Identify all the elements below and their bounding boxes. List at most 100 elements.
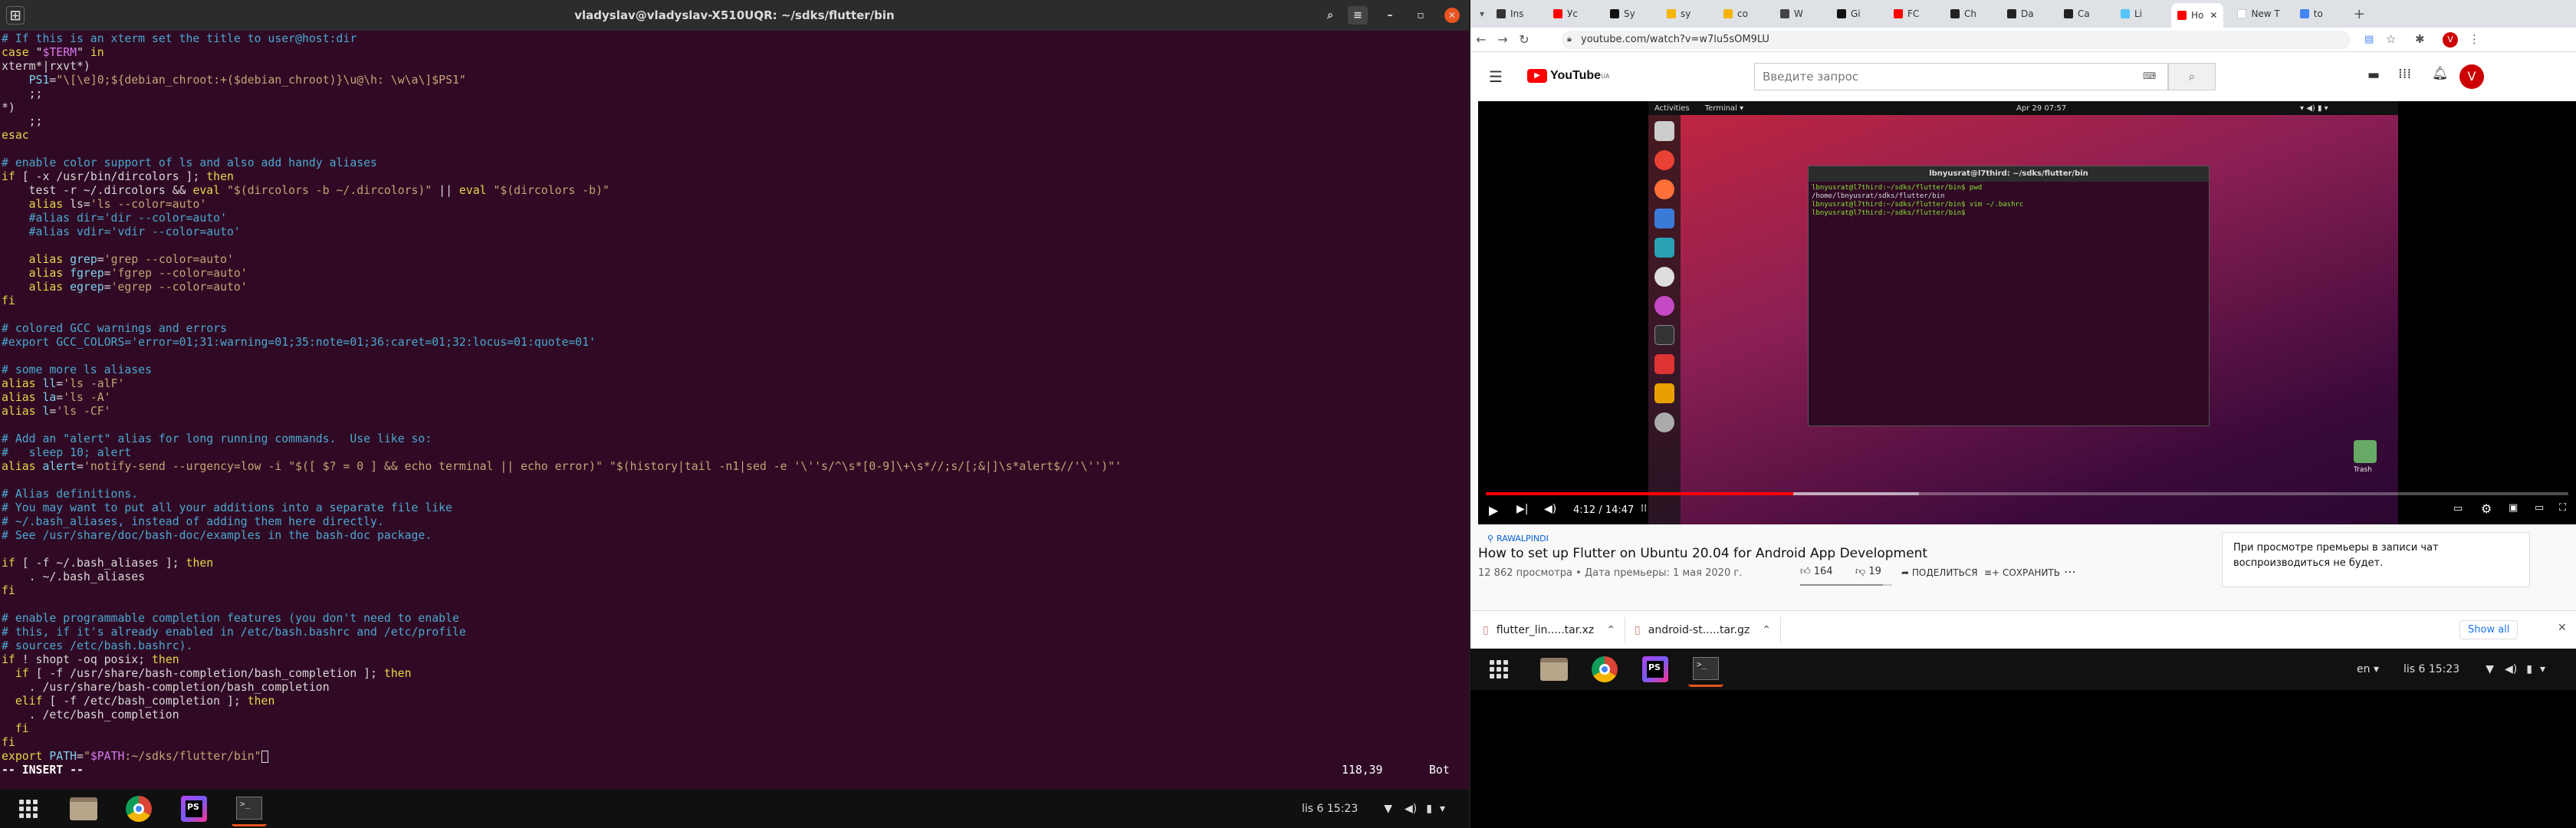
maximize-icon[interactable]: ▫ [1411,6,1431,25]
volume-icon[interactable]: ◀) [1405,803,1417,815]
volume-icon[interactable]: ◀) [2505,663,2517,675]
code-token: case [2,46,29,59]
chrome-app[interactable] [121,791,156,826]
browser-tab[interactable]: Ус [1547,3,1596,25]
translate-icon[interactable]: ▤ [2364,34,2374,45]
chrome-app[interactable] [1587,652,1622,687]
browser-tab[interactable]: Da [2001,3,2050,25]
code-token: # sleep 10; alert [2,446,132,459]
clock[interactable]: lis 6 15:23 [1302,803,1358,815]
subtitles-icon[interactable]: ▭ [2453,503,2463,514]
video-player[interactable]: Activities Terminal ▾ Apr 29 07:57 ▾ ◀) … [1478,101,2576,524]
dislike-button[interactable]: 👎︎ 19 [1855,566,1881,577]
close-tab-icon[interactable]: ✕ [2210,10,2217,21]
firefox-icon [1654,179,1674,199]
volume-icon[interactable]: ◀) [1544,503,1556,515]
download-item[interactable]: ▯ android-st.....tar.gz ⌃ [1625,616,1781,643]
tab-search-icon[interactable]: ▾ [1474,8,1490,19]
wifi-icon[interactable]: ▼ [2486,663,2494,675]
battery-icon[interactable]: ▮ [1426,803,1432,815]
share-button[interactable]: ➦ ПОДЕЛИТЬСЯ [1901,567,1978,578]
files-app[interactable] [66,791,101,826]
favicon-icon [2007,9,2016,18]
forward-icon[interactable]: → [1492,32,1513,47]
battery-icon[interactable]: ▮ [2526,663,2532,675]
code-token: 'notify-send --urgency=low -i "$([ $? = … [83,460,1122,473]
play-icon[interactable]: ▶ [1489,503,1498,518]
app-grid-button[interactable] [1481,652,1516,687]
browser-tab[interactable]: co [1717,3,1766,25]
browser-tab[interactable]: Ins [1490,3,1539,25]
power-menu-icon[interactable]: ▾ [1440,803,1445,815]
browser-tab[interactable]: Ch [1944,3,1993,25]
reload-icon[interactable]: ↻ [1513,32,1535,47]
app-grid-button[interactable] [11,791,46,826]
clock[interactable]: lis 6 15:23 [2404,663,2459,675]
power-menu-icon[interactable]: ▾ [2540,663,2545,675]
wifi-icon[interactable]: ▼ [1384,803,1392,815]
code-token: # Add an "alert" alias for long running … [2,432,432,445]
phpstorm-icon: PS [181,796,207,822]
tab-label: Ho [2191,10,2204,21]
browser-tab[interactable]: sy [1661,3,1710,25]
theater-icon[interactable]: ▭ [2535,502,2544,514]
save-button[interactable]: ≡+ СОХРАНИТЬ [1984,567,2060,578]
vim-buffer[interactable]: # If this is an xterm set the title to u… [0,31,1469,764]
browser-tab[interactable]: to [2294,3,2343,25]
minimize-icon[interactable]: – [1380,6,1400,25]
phpstorm-app[interactable]: PS [1638,652,1673,687]
account-avatar[interactable]: V [2459,64,2484,89]
create-video-icon[interactable]: ▬ [2367,67,2380,83]
browser-tab[interactable]: W [1774,3,1823,25]
hamburger-icon[interactable]: ☰ [1489,67,1503,86]
keyboard-icon[interactable]: ⌨ [2143,71,2156,81]
settings-icon[interactable]: ⚙ [2481,501,2492,516]
code-line: # If this is an xterm set the title to u… [2,32,1469,46]
browser-tab[interactable]: Li [2114,3,2164,25]
progress-bar[interactable] [1486,492,2568,495]
fullscreen-icon[interactable]: ⛶ [2559,502,2566,514]
browser-tab[interactable]: New T [2231,3,2285,25]
notifications-icon[interactable]: 🔔︎ [2432,66,2449,81]
profile-avatar[interactable]: V [2443,32,2458,48]
tab-label: Da [2021,8,2034,19]
back-icon[interactable]: ← [1470,32,1492,47]
code-line: # See /usr/share/doc/bash-doc/examples i… [2,529,1469,543]
browser-tab[interactable]: Ho ✕ [2171,3,2224,28]
input-language[interactable]: en ▾ [2357,663,2379,675]
extensions-icon[interactable]: ✱ [2415,32,2425,46]
miniplayer-icon[interactable]: ▣ [2509,502,2518,514]
menu-icon[interactable]: ⋮ [2469,32,2480,46]
download-item[interactable]: ▯ flutter_lin.....tar.xz ⌃ [1470,616,1626,643]
next-icon[interactable]: ▶| [1516,503,1528,515]
address-input[interactable]: 🔒︎ youtube.com/watch?v=w7lu5sOM9LU [1561,31,2351,49]
search-button[interactable]: ⌕ [2168,63,2216,90]
terminal-app[interactable]: >_ [232,791,267,826]
search-icon[interactable]: ⌕ [1320,6,1340,25]
phpstorm-app[interactable]: PS [176,791,212,826]
code-token: # ~/.bash_aliases, instead of adding the… [2,515,384,528]
chevron-up-icon[interactable]: ⌃ [1606,624,1615,636]
apps-icon[interactable]: ⁞⁞⁞ [2398,66,2411,82]
chevron-up-icon[interactable]: ⌃ [1762,624,1771,636]
menu-icon[interactable]: ≡ [1348,6,1368,25]
new-tab-icon[interactable]: + [2354,6,2365,22]
show-all-button[interactable]: Show all [2459,620,2518,639]
youtube-logo[interactable]: ▶ YouTube UA [1527,69,1609,83]
browser-tab[interactable]: Sy [1604,3,1653,25]
bookmark-star-icon[interactable]: ☆ [2386,32,2396,46]
close-icon[interactable]: ✕ [1444,8,1460,23]
browser-tab[interactable]: Gi [1831,3,1880,25]
browser-tab[interactable]: Ca [2058,3,2107,25]
search-input[interactable]: Введите запрос [1754,63,2168,90]
new-tab-button[interactable]: ⊞ [6,6,25,25]
location-tag[interactable]: RAWALPINDI [1497,534,1549,544]
browser-tab[interactable]: FC [1888,3,1937,25]
more-icon[interactable]: ⋯ [2064,564,2076,579]
close-shelf-icon[interactable]: ✕ [2558,622,2567,634]
terminal-app[interactable]: >_ [1688,652,1723,687]
chapters-icon[interactable]: ⁞⁞ [1641,503,1647,514]
files-app[interactable] [1536,652,1572,687]
like-button[interactable]: 👍︎ 164 [1800,566,1833,577]
